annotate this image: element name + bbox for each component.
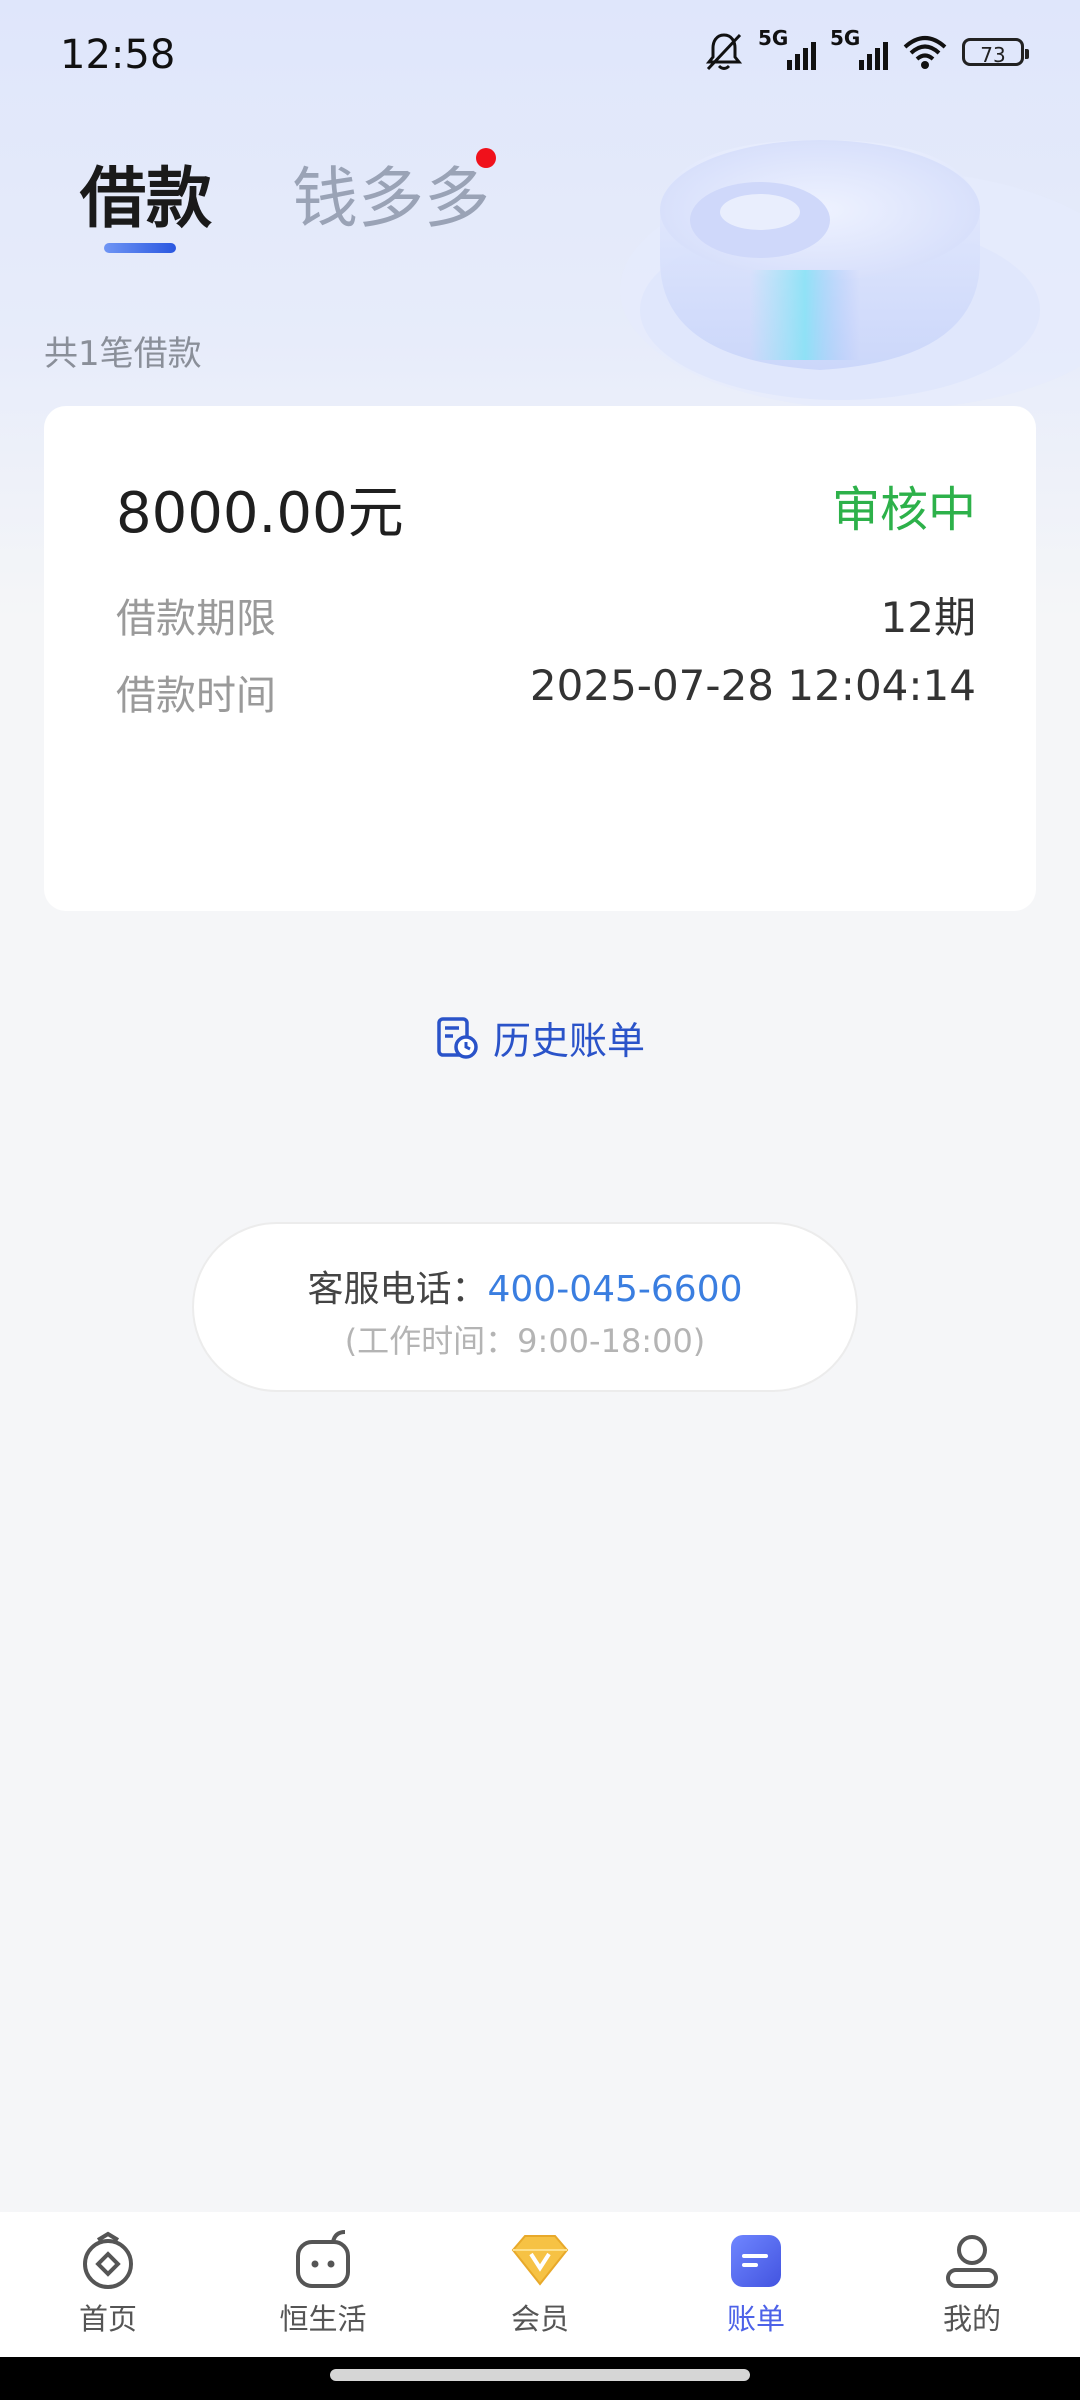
service-phone-number[interactable]: 400-045-6600 [487,1269,742,1310]
mute-bell-icon [705,33,743,71]
nav-bill-label: 账单 [726,2302,785,2336]
loan-card[interactable]: 8000.00元 审核中 借款期限 12期 借款时间 2025-07-28 12… [44,406,1036,911]
network-type-2: 5G [830,26,861,50]
nav-bill[interactable]: 账单 [686,2230,826,2338]
cell-signal-2-icon: 5G [830,26,888,74]
service-label: 客服电话： [307,1269,488,1310]
nav-mine[interactable]: 我的 [902,2230,1042,2338]
decorative-ring-illustration [620,140,1080,410]
term-label: 借款期限 [116,596,276,642]
status-bar: 12:58 5G 5G 73 [0,0,1080,120]
nav-life-label: 恒生活 [279,2302,367,2336]
member-diamond-icon [511,2235,569,2286]
tab-qianduoduo[interactable]: 钱多多 [292,145,490,241]
active-tab-indicator [104,243,176,253]
customer-service-box: 客服电话：400-045-6600 (工作时间：9:00-18:00) [192,1222,858,1392]
history-bills-link[interactable]: 历史账单 [0,1010,1080,1065]
notification-dot [476,148,496,168]
gesture-navigation-area [0,2357,1080,2400]
loan-status-badge: 审核中 [831,482,976,538]
life-icon [296,2230,350,2288]
bill-icon [731,2235,781,2287]
term-value: 12期 [880,593,976,642]
history-bills-label: 历史账单 [492,1019,645,1063]
loan-time-value: 2025-07-28 12:04:14 [529,661,976,710]
home-icon [83,2231,133,2289]
nav-member-label: 会员 [510,2302,569,2336]
nav-life[interactable]: 恒生活 [253,2230,393,2338]
tab-loan[interactable]: 借款 [80,145,212,241]
nav-member[interactable]: 会员 [470,2230,610,2338]
cell-signal-1-icon: 5G [758,26,816,74]
wifi-icon [903,36,947,69]
history-bill-icon [437,1016,478,1059]
bottom-navigation: 首页 恒生活 会员 账单 我的 [0,2212,1080,2357]
network-type-1: 5G [758,26,789,50]
service-phone-line: 客服电话：400-045-6600 [194,1260,856,1312]
status-time: 12:58 [60,32,176,78]
service-hours: (工作时间：9:00-18:00) [344,1322,706,1360]
nav-mine-label: 我的 [942,2302,1001,2336]
loan-count-text: 共1笔借款 [44,334,202,374]
home-gesture-bar[interactable] [330,2369,750,2381]
loan-time-label: 借款时间 [116,673,276,719]
nav-home[interactable]: 首页 [38,2230,178,2338]
battery-indicator: 73 [962,38,1029,67]
profile-icon [946,2235,998,2288]
loan-amount: 8000.00元 [116,481,404,546]
nav-home-label: 首页 [78,2302,137,2336]
status-icons: 5G 5G 73 [704,26,1029,74]
